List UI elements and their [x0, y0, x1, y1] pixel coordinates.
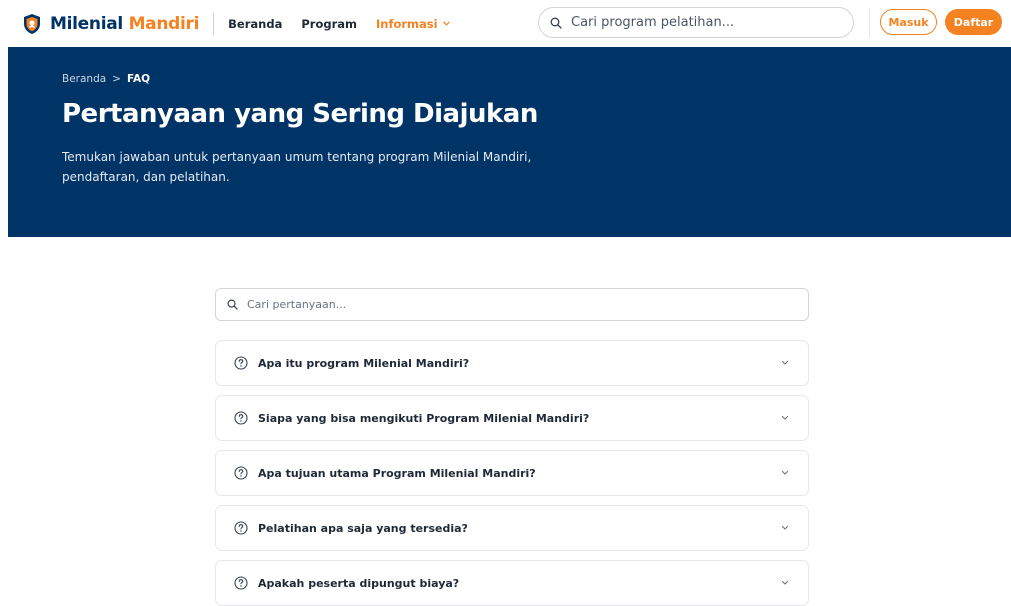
faq-item[interactable]: Siapa yang bisa mengikuti Program Mileni…	[215, 395, 809, 441]
chevron-down-icon	[781, 415, 789, 420]
nav-link-informasi[interactable]: Informasi	[376, 17, 451, 31]
faq-item[interactable]: Apa itu program Milenial Mandiri?	[215, 340, 809, 386]
faq-question: Apakah peserta dipungut biaya?	[258, 576, 460, 590]
breadcrumb-home[interactable]: Beranda	[62, 73, 106, 85]
nav-links: Beranda Program Informasi	[228, 17, 450, 31]
faq-item[interactable]: Pelatihan apa saja yang tersedia?	[215, 505, 809, 551]
faq-question: Apa itu program Milenial Mandiri?	[258, 356, 470, 370]
breadcrumb-current: FAQ	[126, 73, 151, 85]
brand-part1: Milenial	[50, 13, 123, 34]
nav-link-beranda[interactable]: Beranda	[228, 17, 282, 31]
question-circle-icon	[234, 576, 248, 590]
breadcrumb-separator: >	[112, 73, 121, 85]
program-search-bar	[538, 7, 854, 38]
chevron-down-icon	[781, 470, 789, 475]
question-circle-icon	[234, 521, 248, 535]
navbar-divider	[213, 12, 215, 35]
login-button[interactable]: Masuk	[880, 9, 937, 35]
chevron-down-icon	[442, 21, 450, 26]
register-button[interactable]: Daftar	[945, 9, 1002, 35]
faq-search-bar	[215, 288, 809, 321]
navbar-separator	[869, 8, 870, 37]
breadcrumb: Beranda > FAQ	[62, 73, 150, 85]
chevron-down-icon	[781, 525, 789, 530]
search-icon	[227, 299, 238, 310]
faq-question: Siapa yang bisa mengikuti Program Mileni…	[258, 411, 590, 425]
page-title: Pertanyaan yang Sering Diajukan	[62, 99, 538, 129]
question-circle-icon	[234, 356, 248, 370]
nav-link-program[interactable]: Program	[301, 17, 357, 31]
chevron-down-icon	[781, 360, 789, 365]
faq-search-input[interactable]	[247, 298, 787, 311]
shield-logo-icon	[24, 13, 40, 34]
hero-banner: Beranda > FAQ Pertanyaan yang Sering Dia…	[8, 47, 1011, 237]
search-icon	[550, 17, 562, 29]
brand-name: Milenial Mandiri	[50, 14, 199, 34]
page-subtitle: Temukan jawaban untuk pertanyaan umum te…	[62, 150, 532, 184]
faq-item[interactable]: Apakah peserta dipungut biaya?	[215, 560, 809, 606]
navbar: Milenial Mandiri Beranda Program Informa…	[0, 0, 1011, 47]
chevron-down-icon	[781, 580, 789, 585]
logo[interactable]: Milenial Mandiri	[22, 13, 199, 35]
faq-question: Apa tujuan utama Program Milenial Mandir…	[258, 466, 536, 480]
nav-link-informasi-label: Informasi	[376, 16, 438, 31]
question-circle-icon	[234, 466, 248, 480]
brand-part2: Mandiri	[128, 13, 200, 34]
question-circle-icon	[234, 411, 248, 425]
faq-item[interactable]: Apa tujuan utama Program Milenial Mandir…	[215, 450, 809, 496]
faq-question: Pelatihan apa saja yang tersedia?	[258, 521, 468, 535]
program-search-input[interactable]	[571, 15, 841, 30]
